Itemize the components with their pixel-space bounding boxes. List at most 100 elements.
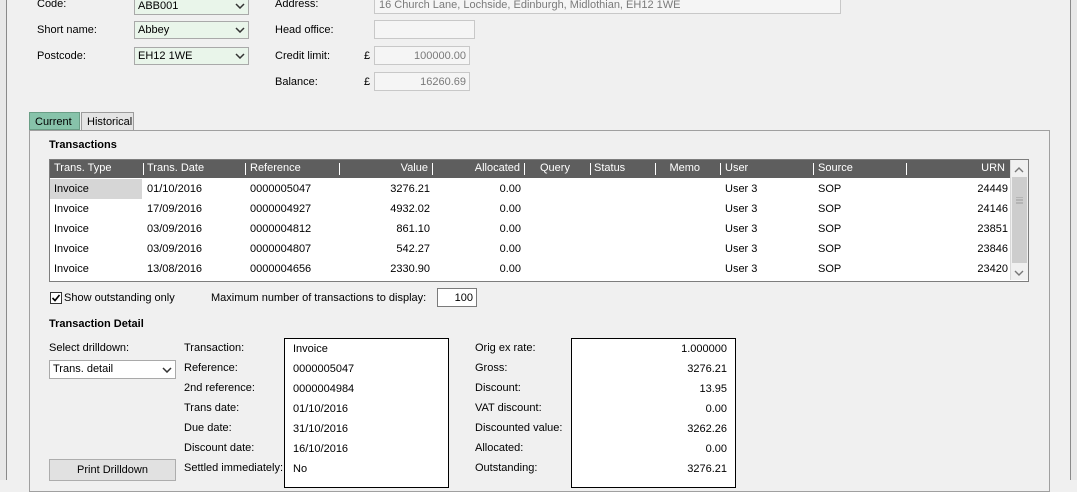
cell-reference: 0000004807 (250, 243, 312, 255)
column-divider[interactable] (813, 163, 814, 175)
detail-value: 0.00 (705, 443, 727, 455)
cell-allocated: 0.00 (499, 203, 521, 215)
cell-trans-date: 03/09/2016 (147, 243, 203, 255)
col-header-urn[interactable]: URN (981, 162, 1005, 174)
cell-trans-date: 17/09/2016 (147, 203, 203, 215)
detail-label: Reference: (184, 362, 238, 374)
column-divider[interactable] (590, 163, 591, 175)
tab-current[interactable]: Current (29, 112, 80, 130)
transactions-title: Transactions (49, 139, 117, 151)
col-header-user[interactable]: User (725, 162, 748, 174)
cell-source: SOP (818, 203, 842, 215)
balance-field[interactable]: 16260.69 (374, 72, 470, 91)
col-header-memo[interactable]: Memo (669, 162, 700, 174)
table-row[interactable]: Invoice 17/09/2016 0000004927 4932.02 0.… (50, 199, 1010, 219)
drilldown-select[interactable]: Trans. detail (49, 360, 176, 379)
customer-account-panel: Code: ABB001 Short name: Abbey Postcode:… (7, 0, 1070, 492)
col-header-allocated[interactable]: Allocated (475, 162, 520, 174)
select-drilldown-label: Select drilldown: (49, 342, 130, 354)
max-transactions-label: Maximum number of transactions to displa… (211, 292, 427, 304)
cell-reference: 0000004656 (250, 263, 312, 275)
detail-value: No (293, 463, 308, 475)
head-office-field[interactable] (374, 20, 475, 39)
column-divider[interactable] (655, 163, 656, 175)
table-row[interactable]: Invoice 03/09/2016 0000004812 861.10 0.0… (50, 219, 1010, 239)
head-office-label: Head office: (275, 24, 334, 36)
column-divider[interactable] (720, 163, 721, 175)
detail-value: 0.00 (705, 403, 727, 415)
cell-value: 542.27 (396, 243, 430, 255)
cell-trans-date: 03/09/2016 (147, 223, 203, 235)
postcode-label: Postcode: (37, 50, 86, 62)
vertical-scrollbar[interactable] (1010, 160, 1028, 280)
cell-user: User 3 (725, 223, 758, 235)
cell-source: SOP (818, 263, 842, 275)
detail-label: VAT discount: (475, 402, 542, 414)
cell-reference: 0000004812 (250, 223, 312, 235)
cell-trans-type: Invoice (54, 243, 89, 255)
grip-icon (1016, 197, 1023, 204)
credit-limit-field[interactable]: 100000.00 (374, 46, 470, 65)
checkmark-icon (51, 294, 61, 302)
postcode-value: EH12 1WE (138, 50, 193, 62)
cell-allocated: 0.00 (499, 223, 521, 235)
cell-source: SOP (818, 243, 842, 255)
code-combo[interactable]: ABB001 (134, 0, 249, 15)
table-row[interactable]: Invoice 03/09/2016 0000004807 542.27 0.0… (50, 239, 1010, 259)
cell-value: 4932.02 (390, 203, 430, 215)
cell-allocated: 0.00 (499, 183, 521, 195)
short-name-combo[interactable]: Abbey (134, 21, 249, 39)
detail-value: 1.000000 (681, 343, 727, 355)
show-outstanding-label[interactable]: Show outstanding only (64, 292, 175, 304)
tab-historical[interactable]: Historical (81, 112, 134, 130)
column-divider[interactable] (906, 163, 907, 175)
column-divider[interactable] (339, 163, 340, 175)
scrollbar-thumb[interactable] (1012, 177, 1027, 263)
column-divider[interactable] (432, 163, 433, 175)
col-header-status[interactable]: Status (594, 162, 625, 174)
show-outstanding-checkbox[interactable] (50, 292, 62, 304)
address-value: 16 Church Lane, Lochside, Edinburgh, Mid… (379, 0, 681, 11)
cell-user: User 3 (725, 183, 758, 195)
column-divider[interactable] (143, 163, 144, 175)
chevron-up-icon[interactable] (1014, 164, 1024, 176)
detail-value: 3276.21 (687, 363, 727, 375)
chevron-down-icon[interactable] (231, 0, 248, 14)
col-header-trans-type[interactable]: Trans. Type (54, 162, 111, 174)
cell-user: User 3 (725, 203, 758, 215)
detail-label: Discount date: (184, 442, 255, 454)
detail-value: 01/10/2016 (293, 403, 349, 415)
transaction-detail-box: Invoice 0000005047 0000004984 01/10/2016… (284, 338, 449, 488)
col-header-value[interactable]: Value (401, 162, 428, 174)
table-row[interactable]: Invoice 13/08/2016 0000004656 2330.90 0.… (50, 259, 1010, 279)
cell-urn: 24449 (977, 183, 1008, 195)
transactions-grid[interactable]: Trans. Type Trans. Date Reference Value … (49, 159, 1029, 282)
detail-label: Outstanding: (475, 462, 538, 474)
cell-trans-type: Invoice (54, 203, 89, 215)
address-field[interactable]: 16 Church Lane, Lochside, Edinburgh, Mid… (374, 0, 841, 14)
cell-urn: 23851 (977, 223, 1008, 235)
cell-reference: 0000005047 (250, 183, 312, 195)
detail-label: Orig ex rate: (475, 342, 536, 354)
print-drilldown-button[interactable]: Print Drilldown (49, 459, 176, 481)
column-divider[interactable] (524, 163, 525, 175)
chevron-down-icon[interactable] (231, 22, 248, 38)
col-header-trans-date[interactable]: Trans. Date (147, 162, 204, 174)
detail-value: Invoice (293, 343, 328, 355)
table-row[interactable]: Invoice 01/10/2016 0000005047 3276.21 0.… (50, 179, 1010, 199)
window-frame-right (1070, 0, 1077, 480)
cell-reference: 0000004927 (250, 203, 312, 215)
postcode-combo[interactable]: EH12 1WE (134, 47, 249, 65)
transaction-detail-title: Transaction Detail (49, 318, 144, 330)
chevron-down-icon[interactable] (158, 361, 175, 378)
column-divider[interactable] (245, 163, 246, 175)
col-header-query[interactable]: Query (540, 162, 570, 174)
col-header-reference[interactable]: Reference (250, 162, 301, 174)
cell-user: User 3 (725, 263, 758, 275)
chevron-down-icon[interactable] (231, 48, 248, 64)
col-header-source[interactable]: Source (818, 162, 853, 174)
max-transactions-input[interactable]: 100 (437, 288, 477, 307)
detail-label: Due date: (184, 422, 232, 434)
chevron-down-icon[interactable] (1014, 268, 1024, 280)
detail-value: 0000005047 (293, 363, 355, 375)
